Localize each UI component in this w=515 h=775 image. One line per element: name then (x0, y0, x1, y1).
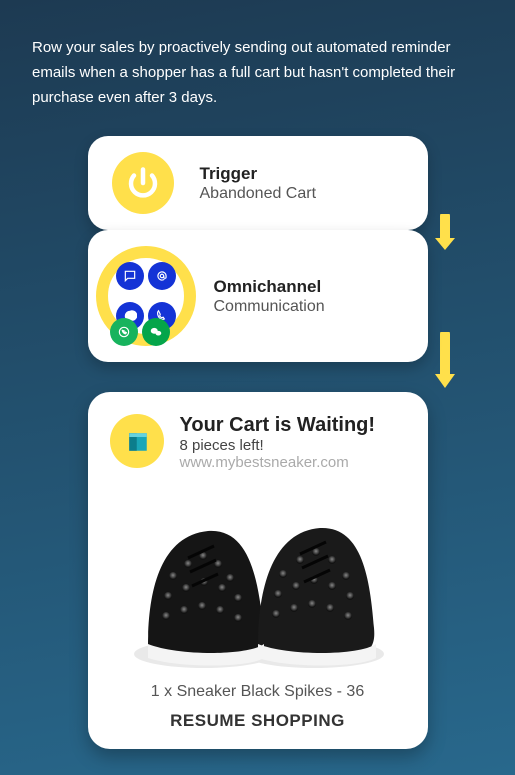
automation-flow: Trigger Abandoned Cart (88, 136, 428, 749)
at-sign-icon (148, 262, 176, 290)
resume-shopping-button[interactable]: RESUME SHOPPING (110, 711, 406, 731)
trigger-card: Trigger Abandoned Cart (88, 136, 428, 230)
omnichannel-icon-cluster (96, 246, 196, 346)
omnichannel-title: Omnichannel (214, 277, 325, 297)
sms-icon (116, 262, 144, 290)
down-arrow-icon (430, 332, 460, 392)
power-icon (112, 152, 174, 214)
package-icon (110, 414, 164, 468)
product-line-text: 1 x Sneaker Black Spikes - 36 (110, 683, 406, 701)
trigger-subtitle: Abandoned Cart (200, 185, 317, 203)
intro-text: Row your sales by proactively sending ou… (0, 0, 515, 110)
omnichannel-card: Omnichannel Communication (88, 230, 428, 362)
email-stock-text: 8 pieces left! (180, 437, 376, 454)
omnichannel-subtitle: Communication (214, 298, 325, 316)
product-image (110, 481, 406, 681)
trigger-title: Trigger (200, 164, 317, 184)
down-arrow-icon (430, 214, 460, 254)
email-preview-card: Your Cart is Waiting! 8 pieces left! www… (88, 392, 428, 749)
whatsapp-icon (110, 318, 138, 346)
email-headline: Your Cart is Waiting! (180, 414, 376, 437)
email-site-url: www.mybestsneaker.com (180, 454, 376, 471)
wechat-icon (142, 318, 170, 346)
